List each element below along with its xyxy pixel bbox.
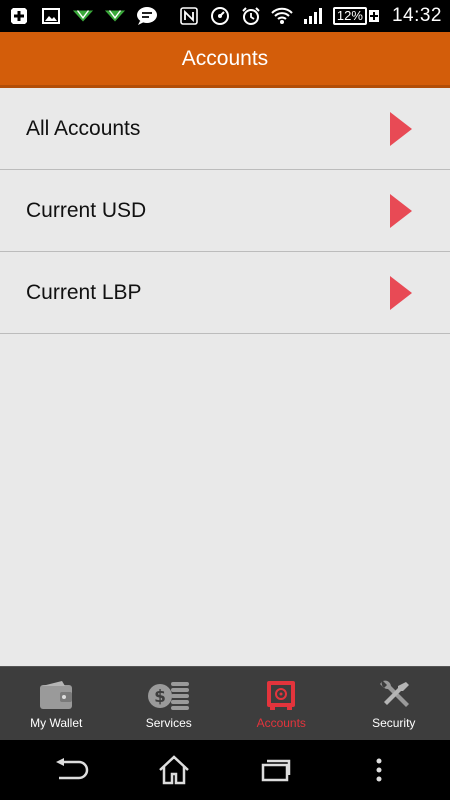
back-arrow-icon xyxy=(56,758,89,780)
home-icon xyxy=(158,755,189,785)
home-button[interactable] xyxy=(149,750,199,790)
overflow-menu-button[interactable] xyxy=(354,750,404,790)
safe-icon xyxy=(267,681,296,710)
tools-icon xyxy=(379,680,409,707)
tab-my-wallet[interactable]: My Wallet xyxy=(0,667,113,740)
tab-security[interactable]: Security xyxy=(338,667,450,740)
tab-label: My Wallet xyxy=(30,716,83,730)
back-button[interactable] xyxy=(46,750,96,790)
tab-label: Security xyxy=(372,716,416,730)
app-header: Accounts xyxy=(0,32,450,88)
accounts-list: All Accounts Current USD Current LBP xyxy=(0,88,450,666)
more-vertical-icon xyxy=(376,758,382,782)
recent-apps-button[interactable] xyxy=(251,750,301,790)
signal-arrow-icon xyxy=(104,6,126,26)
account-row-all[interactable]: All Accounts xyxy=(0,88,450,170)
svg-text:$: $ xyxy=(154,687,166,707)
status-bar: 12% 14:32 xyxy=(0,0,450,32)
status-right-icons: 12% 14:32 xyxy=(178,5,442,27)
tab-services[interactable]: $ Services xyxy=(113,667,226,740)
tab-accounts[interactable]: Accounts xyxy=(225,667,338,740)
page-title: Accounts xyxy=(181,46,269,70)
bottom-tab-bar: My Wallet $ Services Accounts Security xyxy=(0,666,450,740)
battery-icon: 12% xyxy=(332,7,379,25)
system-nav-bar xyxy=(0,740,450,800)
account-row-label: Current LBP xyxy=(26,280,142,304)
coins-icon: $ xyxy=(147,682,189,710)
recent-apps-icon xyxy=(262,759,291,782)
status-left-icons xyxy=(8,6,158,26)
nfc-icon xyxy=(178,6,200,26)
cell-signal-icon xyxy=(302,6,324,26)
tab-label: Accounts xyxy=(256,716,306,730)
account-row-lbp[interactable]: Current LBP xyxy=(0,252,450,334)
battery-level: 12% xyxy=(332,7,367,25)
signal-arrow-icon xyxy=(72,6,94,26)
wifi-icon xyxy=(271,6,293,26)
account-row-label: All Accounts xyxy=(26,116,141,140)
account-row-usd[interactable]: Current USD xyxy=(0,170,450,252)
chat-bubble-icon xyxy=(136,6,158,26)
chevron-right-icon xyxy=(390,111,412,146)
alarm-icon xyxy=(240,6,262,26)
tab-label: Services xyxy=(145,716,192,730)
status-clock: 14:32 xyxy=(391,5,442,26)
speedometer-icon xyxy=(209,6,231,26)
account-row-label: Current USD xyxy=(26,198,147,222)
chevron-right-icon xyxy=(390,275,412,310)
add-box-icon xyxy=(8,6,30,26)
chevron-right-icon xyxy=(390,193,412,228)
image-icon xyxy=(40,6,62,26)
wallet-icon xyxy=(40,681,73,709)
